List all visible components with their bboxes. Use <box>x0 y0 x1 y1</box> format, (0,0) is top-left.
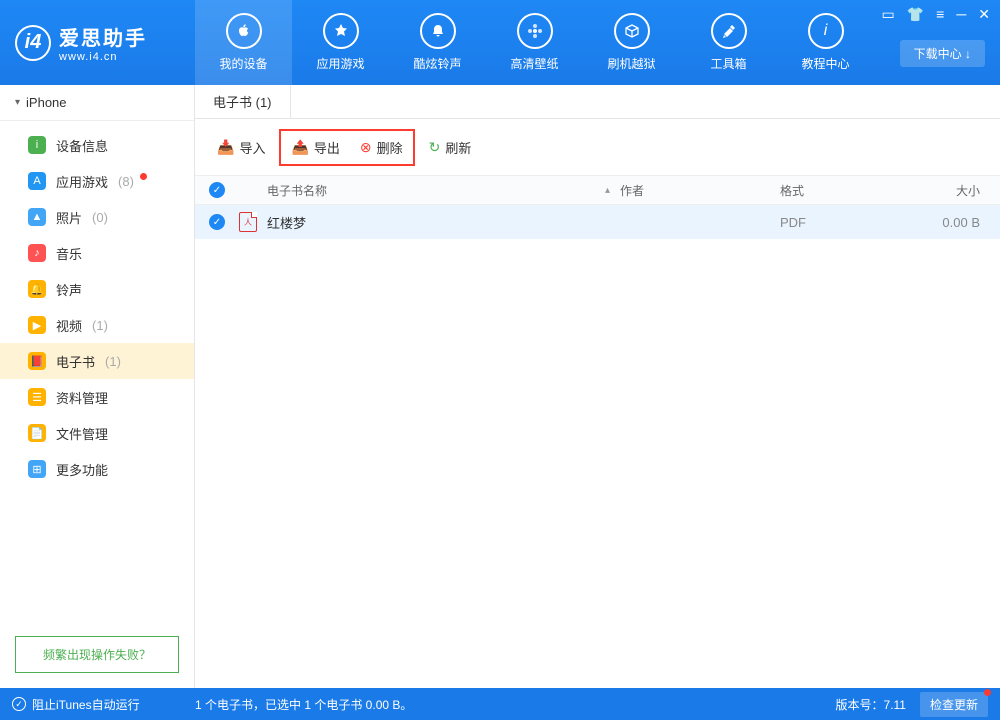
minimize-icon[interactable]: ─ <box>956 6 966 23</box>
sidebar-icon: ♪ <box>28 244 46 262</box>
nav-toolbox[interactable]: 工具箱 <box>680 0 777 85</box>
apple-icon <box>226 13 262 49</box>
delete-button[interactable]: ⊗删除 <box>350 133 413 162</box>
sidebar-item-label: 资料管理 <box>56 388 108 407</box>
sidebar-icon: ⊞ <box>28 460 46 478</box>
bell-icon <box>420 13 456 49</box>
table-row[interactable]: ✓ 人红楼梦 PDF0.00 B <box>195 205 1000 239</box>
menu-icon[interactable]: ≡ <box>936 6 944 23</box>
sidebar-item-count: (0) <box>92 210 108 225</box>
sidebar-icon: A <box>28 172 46 190</box>
highlight-annotation: 📤导出 ⊗删除 <box>279 129 414 166</box>
sidebar-item-label: 设备信息 <box>56 136 108 155</box>
sidebar-icon: 🔔 <box>28 280 46 298</box>
check-update-button[interactable]: 检查更新 <box>920 692 988 717</box>
sidebar-item-6[interactable]: 📕 电子书 (1) <box>0 343 194 379</box>
col-size[interactable]: 大小 <box>910 182 1000 199</box>
sidebar-item-label: 电子书 <box>56 352 95 371</box>
version-label: 版本号：7.11 <box>836 696 906 713</box>
box-icon <box>614 13 650 49</box>
nav-my-device[interactable]: 我的设备 <box>195 0 292 85</box>
app-url: www.i4.cn <box>59 51 147 63</box>
cell-size: 0.00 B <box>910 215 1000 230</box>
app-name: 爱思助手 <box>59 22 147 51</box>
import-button[interactable]: 📥导入 <box>207 133 275 162</box>
col-format[interactable]: 格式 <box>780 182 910 199</box>
sidebar-item-7[interactable]: ☰ 资料管理 <box>0 379 194 415</box>
refresh-button[interactable]: ↻刷新 <box>419 133 482 162</box>
folder-out-icon: 📤 <box>291 139 308 156</box>
info-icon: i <box>808 13 844 49</box>
sidebar-item-label: 照片 <box>56 208 82 227</box>
table-header: ✓ 电子书名称▴ 作者 格式 大小 <box>195 175 1000 205</box>
sort-asc-icon: ▴ <box>605 185 610 196</box>
check-icon: ✓ <box>12 697 26 711</box>
status-bar: ✓阻止iTunes自动运行 1 个电子书，已选中 1 个电子书 0.00 B。 … <box>0 688 1000 720</box>
appstore-icon <box>323 13 359 49</box>
sidebar-item-2[interactable]: ▲ 照片 (0) <box>0 199 194 235</box>
status-text: 1 个电子书，已选中 1 个电子书 0.00 B。 <box>195 696 836 713</box>
sidebar-icon: 📕 <box>28 352 46 370</box>
sidebar-item-label: 更多功能 <box>56 460 108 479</box>
notification-dot-icon <box>140 173 147 180</box>
sidebar-item-count: (1) <box>105 354 121 369</box>
sidebar-icon: 📄 <box>28 424 46 442</box>
sidebar-item-count: (1) <box>92 318 108 333</box>
flower-icon <box>517 13 553 49</box>
select-all-checkbox[interactable]: ✓ <box>209 182 225 198</box>
sidebar-item-count: (8) <box>118 174 134 189</box>
tab-ebooks[interactable]: 电子书 (1) <box>195 85 291 118</box>
col-name[interactable]: 电子书名称▴ <box>267 182 620 199</box>
top-nav: 我的设备 应用游戏 酷炫铃声 高清壁纸 刷机越狱 工具箱 i 教程中心 <box>195 0 874 85</box>
main-panel: 电子书 (1) 📥导入 📤导出 ⊗删除 ↻刷新 ✓ 电子书名称▴ 作者 格式 大… <box>195 85 1000 688</box>
col-author[interactable]: 作者 <box>620 182 780 199</box>
pdf-icon: 人 <box>239 212 257 232</box>
sidebar-item-5[interactable]: ▶ 视频 (1) <box>0 307 194 343</box>
download-center-button[interactable]: 下载中心 ↓ <box>900 40 985 67</box>
toolbar: 📥导入 📤导出 ⊗删除 ↻刷新 <box>195 119 1000 175</box>
nav-jailbreak[interactable]: 刷机越狱 <box>583 0 680 85</box>
sidebar-icon: ☰ <box>28 388 46 406</box>
cell-name: 红楼梦 <box>267 213 620 232</box>
sidebar-item-label: 文件管理 <box>56 424 108 443</box>
skin-icon[interactable]: 👕 <box>907 6 924 23</box>
delete-icon: ⊗ <box>360 139 372 156</box>
sidebar-item-3[interactable]: ♪ 音乐 <box>0 235 194 271</box>
export-button[interactable]: 📤导出 <box>281 133 349 162</box>
sidebar-device-header[interactable]: iPhone <box>0 85 194 121</box>
sidebar-item-0[interactable]: i 设备信息 <box>0 127 194 163</box>
sidebar-item-4[interactable]: 🔔 铃声 <box>0 271 194 307</box>
row-checkbox[interactable]: ✓ <box>209 214 225 230</box>
logo: i4 爱思助手 www.i4.cn <box>0 22 195 63</box>
sidebar-item-label: 铃声 <box>56 280 82 299</box>
wrench-icon <box>711 13 747 49</box>
sidebar-item-1[interactable]: A 应用游戏 (8) <box>0 163 194 199</box>
logo-badge-icon: i4 <box>15 25 51 61</box>
nav-ringtones[interactable]: 酷炫铃声 <box>389 0 486 85</box>
tab-bar: 电子书 (1) <box>195 85 1000 119</box>
sidebar-icon: ▲ <box>28 208 46 226</box>
close-icon[interactable]: ✕ <box>978 6 990 23</box>
sidebar-icon: i <box>28 136 46 154</box>
app-header: i4 爱思助手 www.i4.cn 我的设备 应用游戏 酷炫铃声 高清壁纸 刷机… <box>0 0 1000 85</box>
refresh-icon: ↻ <box>429 139 441 156</box>
nav-wallpapers[interactable]: 高清壁纸 <box>486 0 583 85</box>
sidebar-icon: ▶ <box>28 316 46 334</box>
sidebar-item-label: 应用游戏 <box>56 172 108 191</box>
nav-apps[interactable]: 应用游戏 <box>292 0 389 85</box>
sidebar-item-label: 视频 <box>56 316 82 335</box>
help-link[interactable]: 频繁出现操作失败？ <box>15 636 179 673</box>
sidebar: iPhone i 设备信息 A 应用游戏 (8) ▲ 照片 (0) ♪ 音乐 🔔 铃声 ▶ 视频 (1) 📕 电… <box>0 85 195 688</box>
feedback-icon[interactable]: ▭ <box>882 6 895 23</box>
sidebar-item-9[interactable]: ⊞ 更多功能 <box>0 451 194 487</box>
cell-format: PDF <box>780 215 910 230</box>
itunes-toggle[interactable]: ✓阻止iTunes自动运行 <box>12 696 195 713</box>
nav-tutorials[interactable]: i 教程中心 <box>777 0 874 85</box>
folder-in-icon: 📥 <box>217 139 234 156</box>
sidebar-item-label: 音乐 <box>56 244 82 263</box>
sidebar-item-8[interactable]: 📄 文件管理 <box>0 415 194 451</box>
window-controls: ▭ 👕 ≡ ─ ✕ <box>882 6 991 23</box>
